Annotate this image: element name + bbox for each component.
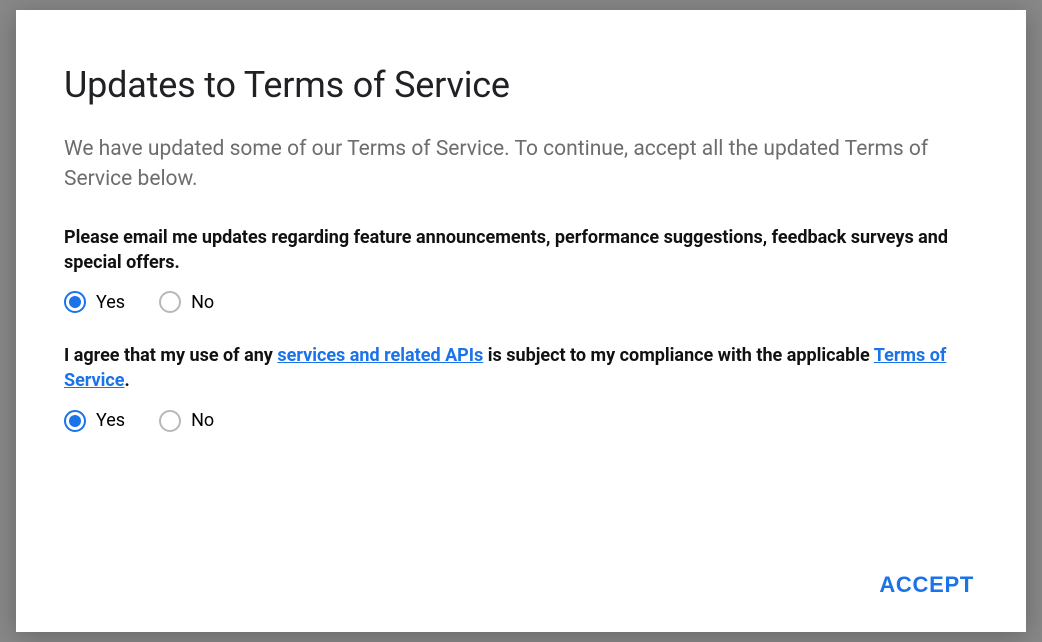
tos-text-suffix: . <box>125 370 130 391</box>
radio-label-no: No <box>191 292 214 313</box>
dialog-footer: ACCEPT <box>875 566 978 604</box>
tos-dialog: Updates to Terms of Service We have upda… <box>16 10 1026 632</box>
services-apis-link[interactable]: services and related APIs <box>277 345 483 366</box>
dialog-title: Updates to Terms of Service <box>64 64 978 106</box>
tos-agree-yes-option[interactable]: Yes <box>64 410 125 432</box>
tos-agree-no-option[interactable]: No <box>159 410 214 432</box>
tos-agree-label: I agree that my use of any services and … <box>64 343 978 393</box>
tos-text-mid: is subject to my compliance with the app… <box>483 345 873 366</box>
radio-icon <box>64 291 86 313</box>
radio-label-no: No <box>191 410 214 431</box>
tos-text-prefix: I agree that my use of any <box>64 345 277 366</box>
tos-agree-radio-group: Yes No <box>64 410 978 432</box>
radio-label-yes: Yes <box>96 410 125 431</box>
email-updates-label: Please email me updates regarding featur… <box>64 225 978 275</box>
radio-icon <box>159 410 181 432</box>
radio-label-yes: Yes <box>96 292 125 313</box>
radio-icon <box>159 291 181 313</box>
accept-button[interactable]: ACCEPT <box>875 566 978 604</box>
email-updates-radio-group: Yes No <box>64 291 978 313</box>
radio-icon <box>64 410 86 432</box>
email-updates-section: Please email me updates regarding featur… <box>64 225 978 313</box>
tos-agree-section: I agree that my use of any services and … <box>64 343 978 431</box>
dialog-subtitle: We have updated some of our Terms of Ser… <box>64 134 944 195</box>
email-updates-no-option[interactable]: No <box>159 291 214 313</box>
email-updates-yes-option[interactable]: Yes <box>64 291 125 313</box>
